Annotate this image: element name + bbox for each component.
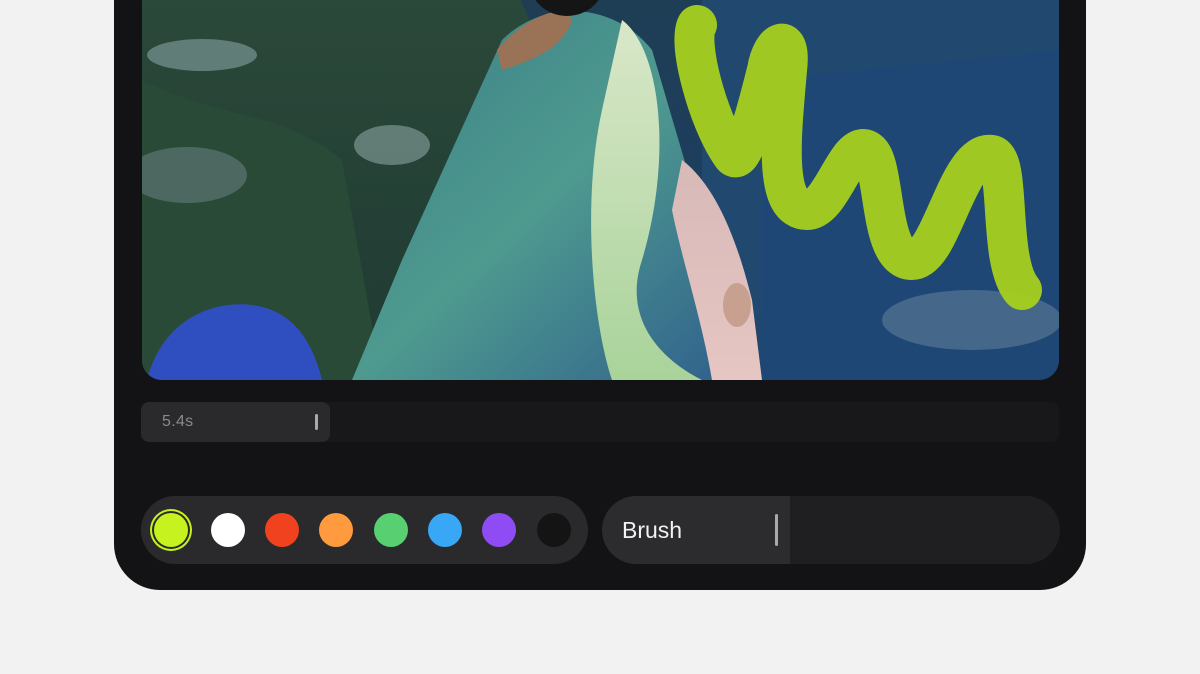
brush-size-control[interactable]: Brush [602,496,1060,564]
clip-trim-handle[interactable] [315,414,318,430]
swatch-red[interactable] [265,513,299,547]
swatch-green[interactable] [374,513,408,547]
brush-size-handle[interactable] [775,514,778,546]
swatch-purple[interactable] [482,513,516,547]
brush-size-fill: Brush [602,496,790,564]
clip-duration-label: 5.4s [162,413,194,430]
timeline-clip[interactable]: 5.4s [141,402,330,442]
photo-illustration [142,0,1059,380]
timeline-track[interactable]: 5.4s [141,402,1059,442]
swatch-lime[interactable] [154,513,188,547]
swatch-black[interactable] [537,513,571,547]
color-palette [141,496,588,564]
swatch-blue[interactable] [428,513,462,547]
swatch-orange[interactable] [319,513,353,547]
tool-label: Brush [622,517,683,543]
device-frame: 5.4s Brush [114,0,1086,590]
canvas-photo[interactable] [142,0,1059,380]
swatch-white[interactable] [211,513,245,547]
